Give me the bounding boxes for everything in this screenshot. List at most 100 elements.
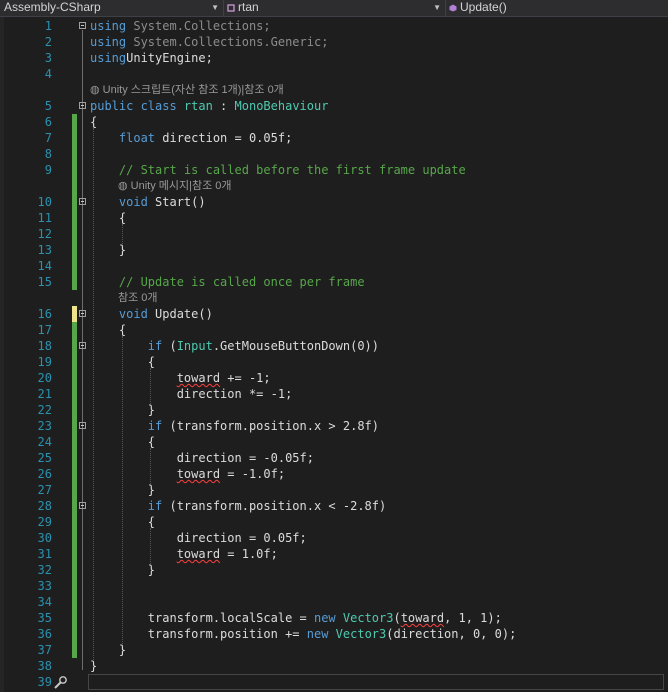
code-text[interactable]: void Start(): [90, 194, 206, 210]
member-dropdown[interactable]: Update(): [446, 0, 668, 16]
code-line: 26 toward = -1.0f;: [0, 466, 668, 482]
collapse-toggle-icon[interactable]: [79, 22, 86, 29]
line-number: 18: [37, 339, 52, 353]
line-number: 37: [37, 643, 52, 657]
line-number: 11: [37, 211, 52, 225]
code-text[interactable]: {: [90, 210, 126, 226]
code-token: }: [90, 643, 127, 657]
code-text[interactable]: }: [90, 658, 97, 674]
indent-guide: [150, 448, 151, 484]
line-number: 29: [37, 515, 52, 529]
codelens-text[interactable]: ◍ Unity 스크립트(자산 참조 1개)|참조 0개: [90, 82, 284, 98]
code-text[interactable]: toward += -1;: [90, 370, 271, 386]
code-line: 38}: [0, 658, 668, 674]
code-token: using: [90, 19, 127, 33]
code-token: void: [118, 195, 148, 209]
chevron-down-icon[interactable]: ▼: [433, 0, 441, 15]
collapse-toggle-icon[interactable]: [79, 102, 86, 109]
code-line: 17 {: [0, 322, 668, 338]
indent-guide: [122, 336, 123, 644]
code-text[interactable]: }: [90, 642, 126, 658]
code-text[interactable]: if (transform.position.x < -2.8f): [90, 498, 386, 514]
code-token: .GetMouseButtonDown(0)): [212, 339, 379, 353]
current-line-highlight: [88, 674, 664, 690]
code-text[interactable]: direction *= -1;: [90, 386, 293, 402]
code-line: 22 }: [0, 402, 668, 418]
line-number: 14: [37, 259, 52, 273]
code-text[interactable]: float direction = 0.05f;: [90, 130, 292, 146]
collapse-toggle-icon[interactable]: [79, 342, 86, 349]
code-token: System.Collections;: [126, 19, 271, 33]
indent-guide: [93, 128, 94, 660]
code-token: }: [90, 659, 98, 673]
code-text[interactable]: toward = -1.0f;: [90, 466, 285, 482]
line-number: 4: [44, 67, 52, 81]
quick-actions-icon[interactable]: [52, 675, 68, 691]
line-number: 24: [37, 435, 52, 449]
code-text[interactable]: }: [90, 242, 126, 258]
codelens-text[interactable]: 참조 0개: [118, 290, 158, 306]
code-text[interactable]: transform.localScale = new Vector3(towar…: [90, 610, 502, 626]
code-line: 10 void Start(): [0, 194, 668, 210]
code-text[interactable]: using System.Collections.Generic;: [90, 34, 328, 50]
code-text[interactable]: if (transform.position.x > 2.8f): [90, 418, 379, 434]
code-token: = 1.0f;: [220, 547, 278, 561]
code-text[interactable]: {: [90, 322, 126, 338]
indent-guide: [150, 368, 151, 404]
line-number: 5: [44, 99, 52, 113]
line-number: 22: [37, 403, 52, 417]
code-line: 36 transform.position += new Vector3(dir…: [0, 626, 668, 642]
line-number: 20: [37, 371, 52, 385]
line-number: 10: [37, 195, 52, 209]
code-text[interactable]: usingUnityEngine;: [90, 50, 213, 66]
collapse-toggle-icon[interactable]: [79, 310, 86, 317]
line-number: 36: [37, 627, 52, 641]
code-line: 11 {: [0, 210, 668, 226]
code-line: 5 public class rtan : MonoBehaviour: [0, 98, 668, 114]
code-line: 21 direction *= -1;: [0, 386, 668, 402]
error-squiggle-token: toward: [176, 547, 221, 561]
project-dropdown[interactable]: Assembly-CSharp ▼: [0, 0, 224, 16]
collapse-toggle-icon[interactable]: [79, 502, 86, 509]
code-text[interactable]: void Update(): [90, 306, 213, 322]
code-line: 9 // Start is called before the first fr…: [0, 162, 668, 178]
code-line: 20 toward += -1;: [0, 370, 668, 386]
code-line: 37 }: [0, 642, 668, 658]
code-text[interactable]: // Start is called before the first fram…: [90, 162, 466, 178]
code-token: using: [90, 35, 127, 49]
code-token: (: [162, 339, 177, 353]
code-line: 6{: [0, 114, 668, 130]
navigation-bar: Assembly-CSharp ▼ rtan ▼ Update(): [0, 0, 668, 17]
indent-guide: [150, 528, 151, 564]
code-token: , 1, 1);: [444, 611, 502, 625]
code-text[interactable]: toward = 1.0f;: [90, 546, 278, 562]
code-line: 33: [0, 578, 668, 594]
code-token: using: [90, 51, 127, 65]
unsaved-change-marker: [72, 306, 77, 322]
line-number: 7: [44, 131, 52, 145]
chevron-down-icon[interactable]: ▼: [211, 0, 219, 15]
code-text[interactable]: direction = -0.05f;: [90, 450, 314, 466]
code-line: 13 }: [0, 242, 668, 258]
code-text[interactable]: public class rtan : MonoBehaviour: [90, 98, 328, 114]
code-text[interactable]: transform.position += new Vector3(direct…: [90, 626, 517, 642]
code-text[interactable]: if (Input.GetMouseButtonDown(0)): [90, 338, 379, 354]
collapse-toggle-icon[interactable]: [79, 422, 86, 429]
codelens-text[interactable]: ◍ Unity 메시지|참조 0개: [118, 178, 232, 194]
line-number: 6: [44, 115, 52, 129]
line-number: 2: [44, 35, 52, 49]
code-text[interactable]: // Update is called once per frame: [90, 274, 365, 290]
collapse-toggle-icon[interactable]: [79, 198, 86, 205]
code-token: // Update is called once per frame: [118, 275, 365, 289]
code-editor[interactable]: 1 using System.Collections; 2 using System.…: [0, 17, 668, 692]
code-token: Update(): [147, 307, 213, 321]
class-dropdown[interactable]: rtan ▼: [224, 0, 446, 16]
code-text[interactable]: using System.Collections;: [90, 18, 271, 34]
code-token: new: [313, 611, 336, 625]
